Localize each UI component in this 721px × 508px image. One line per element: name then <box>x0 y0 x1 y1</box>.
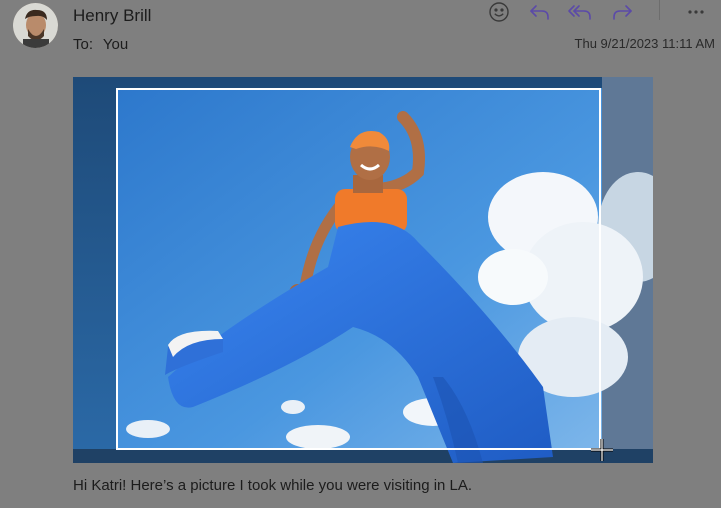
more-options-button[interactable] <box>683 0 709 24</box>
message-body: Hi Katri! Here’s a picture I took while … <box>73 477 473 494</box>
toolbar-divider <box>659 0 660 20</box>
more-icon <box>686 8 706 16</box>
recipient-name[interactable]: You <box>103 36 128 53</box>
reply-all-button[interactable] <box>567 0 593 24</box>
attached-photo[interactable] <box>73 77 653 463</box>
react-button[interactable] <box>486 0 512 24</box>
recipient-line: To: You <box>73 36 128 53</box>
crop-selection-frame[interactable] <box>116 88 601 450</box>
sender-avatar[interactable] <box>13 3 58 48</box>
to-label: To: <box>73 36 94 53</box>
forward-button[interactable] <box>609 0 635 24</box>
forward-icon <box>610 1 634 23</box>
reply-icon <box>528 1 552 23</box>
message-header: Henry Brill To: You Thu 9/21/2023 11:11 … <box>0 0 721 70</box>
message-timestamp: Thu 9/21/2023 11:11 AM <box>574 36 715 51</box>
reply-all-icon <box>567 1 593 23</box>
reply-button[interactable] <box>527 0 553 24</box>
emoji-icon <box>488 1 510 23</box>
crosshair-cursor-icon <box>589 437 615 463</box>
sender-name[interactable]: Henry Brill <box>73 6 151 26</box>
